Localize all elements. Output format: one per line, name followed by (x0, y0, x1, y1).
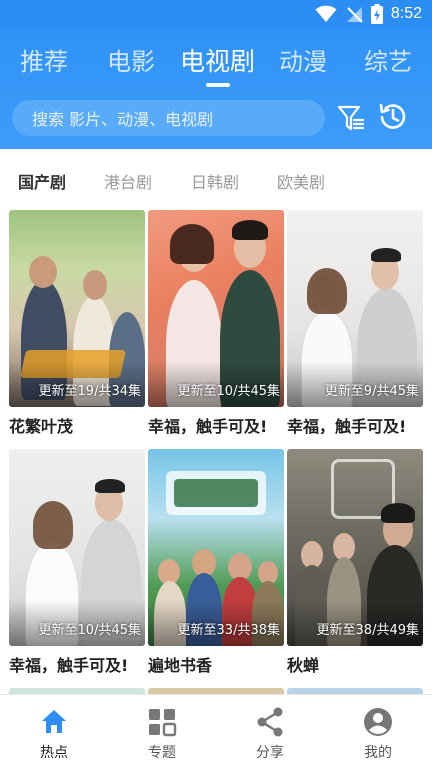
update-badge: 更新至10/共45集 (38, 623, 141, 638)
tab-label: 电影 (107, 48, 155, 76)
poster-image: 更新至9/共45集 (287, 210, 423, 407)
bottom-nav: 热点 专题 分享 我的 (0, 694, 432, 768)
poster-image: 更新至38/共49集 (287, 449, 423, 646)
top-tab-bar: 推荐 电影 电视剧 动漫 综艺 (0, 42, 432, 92)
series-title: 秋蝉 (287, 656, 320, 675)
status-bar: 8:52 (0, 0, 432, 28)
tab-tv-series[interactable]: 电视剧 (180, 42, 256, 87)
update-badge: 更新至10/共45集 (177, 384, 280, 399)
grid-icon (149, 709, 177, 737)
series-card[interactable]: 更新至10/共45集 幸福，触手可及! (9, 449, 145, 676)
series-card[interactable]: 更新至33/共38集 遍地书香 (148, 449, 284, 676)
tab-label: 电视剧 (180, 47, 256, 76)
tab-movie[interactable]: 电影 (107, 42, 155, 77)
series-card[interactable]: 更新至10/共45集 幸福，触手可及! (148, 210, 284, 437)
series-card[interactable]: 更新至9/共45集 幸福，触手可及! (287, 210, 423, 437)
nav-label: 专题 (148, 745, 176, 761)
series-title: 遍地书香 (148, 656, 213, 675)
no-signal-icon (346, 7, 363, 23)
update-badge: 更新至38/共49集 (316, 623, 419, 638)
series-title: 幸福，触手可及! (9, 656, 129, 675)
app-screen: 8:52 推荐 电影 电视剧 动漫 综艺 搜索 影片、动漫、电视剧 国产剧 港台… (0, 0, 432, 768)
nav-mine[interactable]: 我的 (324, 695, 432, 768)
update-badge: 更新至9/共45集 (324, 384, 419, 399)
nav-hot[interactable]: 热点 (0, 695, 108, 768)
nav-share[interactable]: 分享 (216, 695, 324, 768)
history-clock-icon[interactable] (377, 101, 409, 133)
nav-topics[interactable]: 专题 (108, 695, 216, 768)
poster-image: 更新至10/共45集 (9, 449, 145, 646)
battery-charging-icon (370, 4, 383, 24)
tab-recommend[interactable]: 推荐 (20, 42, 68, 77)
subtab-jp-kr[interactable]: 日韩剧 (191, 169, 239, 193)
share-icon (257, 707, 283, 737)
tab-label: 推荐 (20, 48, 68, 76)
poster-image: 更新至33/共38集 (148, 449, 284, 646)
tab-variety[interactable]: 综艺 (364, 42, 412, 77)
filter-icon[interactable] (337, 104, 365, 132)
series-card[interactable]: 更新至19/共34集 花繁叶茂 (9, 210, 145, 437)
search-placeholder: 搜索 影片、动漫、电视剧 (32, 110, 214, 129)
active-tab-indicator (205, 83, 230, 87)
series-title: 幸福，触手可及! (287, 417, 407, 436)
tab-anime[interactable]: 动漫 (279, 42, 327, 77)
nav-label: 热点 (40, 745, 68, 761)
nav-label: 分享 (256, 745, 284, 761)
series-card[interactable]: 更新至38/共49集 秋蝉 (287, 449, 423, 676)
series-title: 花繁叶茂 (9, 417, 74, 436)
update-badge: 更新至33/共38集 (177, 623, 280, 638)
nav-label: 我的 (364, 745, 392, 761)
search-row: 搜索 影片、动漫、电视剧 (0, 100, 432, 138)
header: 推荐 电影 电视剧 动漫 综艺 搜索 影片、动漫、电视剧 (0, 28, 432, 149)
tab-label: 动漫 (279, 48, 327, 76)
user-icon (364, 708, 392, 736)
update-badge: 更新至19/共34集 (38, 384, 141, 399)
subtab-western[interactable]: 欧美剧 (277, 169, 325, 193)
subtab-domestic[interactable]: 国产剧 (18, 169, 66, 193)
sub-tab-bar: 国产剧 港台剧 日韩剧 欧美剧 (0, 149, 432, 207)
poster-image: 更新至19/共34集 (9, 210, 145, 407)
series-grid: 更新至19/共34集 花繁叶茂 更新至10/共45集 幸福，触手可及! 更新至9… (0, 210, 432, 690)
subtab-hk-tw[interactable]: 港台剧 (104, 169, 152, 193)
series-title: 幸福，触手可及! (148, 417, 268, 436)
search-input[interactable]: 搜索 影片、动漫、电视剧 (12, 100, 325, 136)
tab-label: 综艺 (364, 48, 412, 76)
wifi-icon (315, 5, 337, 22)
home-icon (42, 710, 66, 733)
status-time: 8:52 (390, 5, 422, 22)
poster-image: 更新至10/共45集 (148, 210, 284, 407)
